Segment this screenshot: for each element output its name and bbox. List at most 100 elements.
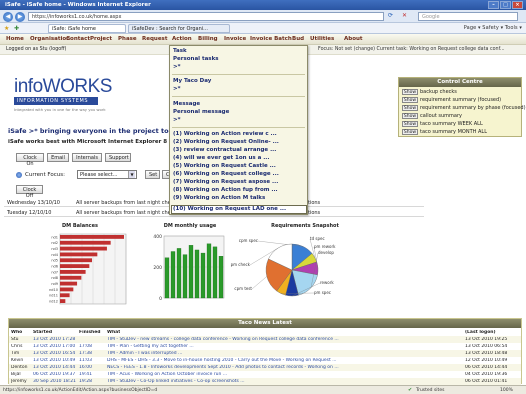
menu-action[interactable]: Action	[172, 36, 192, 42]
news-started: 30 Sep 2010 18:21	[33, 379, 76, 384]
pie-label: develop	[318, 250, 334, 255]
menu-item-recent-4[interactable]: (4) will we ever get 1on us a ...	[173, 155, 269, 161]
refresh-icon[interactable]: ⟳	[388, 12, 393, 19]
menu-bud[interactable]: Bud	[292, 36, 304, 42]
menu-item-personal-tasks[interactable]: Personal tasks	[173, 56, 219, 62]
news-what[interactable]: DHS - MFES - DHS - 3.3 - Move to in-hous…	[107, 358, 463, 363]
menu-billing[interactable]: Billing	[198, 36, 218, 42]
menu-item-recent-10[interactable]: (10) Working on Request LAD one ...	[173, 206, 286, 212]
back-icon[interactable]: ◀	[3, 12, 13, 22]
news-what[interactable]: TIM - StuDev - Co-Op linked initiatives …	[107, 379, 463, 384]
close-button[interactable]: ×	[512, 1, 523, 9]
logo-small-text: Integrated with you in one for the way y…	[14, 107, 106, 112]
y-tick-label: 200	[153, 265, 162, 271]
support-button[interactable]: Support	[105, 153, 131, 162]
menu-item-recent-1[interactable]: (1) Working on Action review c ...	[173, 131, 277, 137]
focus-select[interactable]: Please select... ▼	[77, 170, 137, 179]
forward-icon[interactable]: ▶	[15, 12, 25, 22]
status-zoom[interactable]: 100%	[500, 388, 513, 393]
news-last: 12 Oct 2010 10:49	[465, 358, 508, 363]
news-row: Bijal 06 Oct 2010 19:37 19:41 TIM - Acus - …	[9, 371, 521, 378]
chevron-down-icon[interactable]: ▼	[128, 171, 135, 178]
command-bar[interactable]: Page ▾ Safety ▾ Tools ▾	[464, 25, 522, 31]
focus-status-text[interactable]: Focus: Not set (change) Current task: Wo…	[318, 47, 505, 52]
maximize-button[interactable]: □	[500, 1, 511, 9]
stop-icon[interactable]: ✕	[402, 12, 407, 19]
add-favorite-icon[interactable]: ✚	[14, 25, 19, 32]
menu-item-taco-more[interactable]: >*	[173, 86, 181, 92]
news-finished: 16:00	[79, 365, 92, 370]
menu-item-recent-3[interactable]: (3) review contractual arrange ...	[173, 147, 276, 153]
browser-note: iSafe works best with Microsoft Internet…	[8, 139, 168, 145]
chart-title-balances: DM Balances	[61, 223, 99, 229]
news-what[interactable]: TIM - Plan - Getting my act together ...	[107, 344, 463, 349]
logo-text: infoWORKS	[14, 76, 112, 97]
news-finished: 17:08	[79, 344, 92, 349]
menu-item-message-more[interactable]: >*	[173, 117, 181, 123]
tick-label: nd2	[51, 241, 58, 245]
menu-organisation[interactable]: Organisation	[30, 36, 70, 42]
tick-label: nd8	[51, 276, 58, 280]
news-what[interactable]: TIM - Acus - Working on Action October i…	[107, 372, 463, 377]
action-dropdown-menu: Task Personal tasks >* My Taco Day >* Me…	[169, 45, 308, 215]
menu-item-recent-9[interactable]: (9) Working on Action M talks	[173, 195, 265, 201]
news-what[interactable]: NECS - FEES - 1.8 - Infoworks developmen…	[107, 365, 463, 370]
control-centre-row: Show taco summary MONTH ALL	[402, 129, 487, 135]
menu-utilities[interactable]: Utilities	[310, 36, 334, 42]
news-what[interactable]: TIM - Admin - I was interrupted ...	[107, 351, 463, 356]
menu-item-task[interactable]: Task	[173, 48, 187, 54]
tab-isafe-home[interactable]: iSafe: iSafe home	[48, 24, 126, 33]
menu-item-recent-5[interactable]: (5) Working on Request Castle ...	[173, 163, 276, 169]
menu-item-recent-6[interactable]: (6) Working on Request college ...	[173, 171, 279, 177]
show-button[interactable]: Show	[402, 89, 418, 95]
news-row: Jeremy 30 Sep 2010 18:21 19:28 TIM - StuDev…	[9, 378, 521, 385]
menu-item-recent-8[interactable]: (8) Working on Action fup from ...	[173, 187, 278, 193]
news-finished: 19:41	[79, 372, 92, 377]
col-who: Who	[11, 330, 23, 335]
tick-label: nd9	[51, 282, 58, 286]
menu-contact[interactable]: Contact	[66, 36, 90, 42]
menu-project[interactable]: Project	[90, 36, 112, 42]
pie-label: pm check	[231, 262, 251, 267]
show-button[interactable]: Show	[402, 97, 418, 103]
show-button[interactable]: Show	[402, 105, 418, 111]
y-tick-label: 0	[159, 296, 162, 302]
url-input[interactable]: https://infoworks1.co.uk/home.aspx	[28, 12, 384, 21]
search-input[interactable]: Google	[418, 12, 518, 21]
internals-button[interactable]: Internals	[72, 153, 102, 162]
menu-invoice[interactable]: Invoice	[224, 36, 246, 42]
menu-item-recent-7[interactable]: (7) Working on Request aspose ...	[173, 179, 278, 185]
tick-label: nd10	[49, 288, 58, 292]
focus-select-value: Please select...	[80, 172, 118, 178]
menu-request[interactable]: Request	[142, 36, 167, 42]
favorites-star-icon[interactable]: ★	[4, 25, 9, 32]
bar	[60, 240, 111, 245]
show-button[interactable]: Show	[402, 121, 418, 127]
menu-item-task-more[interactable]: >*	[173, 64, 181, 70]
window-title: iSafe - iSafe home - Windows Internet Ex…	[5, 2, 151, 8]
monthly-usage-chart: 400 200 0	[153, 234, 225, 302]
tab-isafedev[interactable]: iSafeDev : Search for Organi...	[128, 24, 230, 33]
show-button[interactable]: Show	[402, 113, 418, 119]
menu-home[interactable]: Home	[6, 36, 24, 42]
news-what[interactable]: TIM - StuDev - new streams - college dat…	[107, 337, 463, 342]
tick-label: nd4	[51, 253, 58, 257]
menu-item-my-taco-day[interactable]: My Taco Day	[173, 78, 211, 84]
news-who: Stu	[11, 337, 19, 342]
show-button[interactable]: Show	[402, 129, 418, 135]
news-started: 13 Oct 2010 14:44	[33, 365, 76, 370]
set-button[interactable]: Set	[145, 170, 160, 179]
clock-off-button[interactable]: Clock Off	[16, 185, 43, 199]
email-button[interactable]: Email	[47, 153, 69, 162]
menu-about[interactable]: About	[344, 36, 363, 42]
logged-on-text[interactable]: Logged on as Stu (logoff)	[6, 47, 66, 52]
menu-item-personal-message[interactable]: Personal message	[173, 109, 229, 115]
menu-invoice-batch[interactable]: Invoice Batch	[250, 36, 292, 42]
menu-item-recent-2[interactable]: (2) Working on Request Online- ...	[173, 139, 279, 145]
news-finished: 19:28	[79, 379, 92, 384]
menu-item-message[interactable]: Message	[173, 101, 200, 107]
minimize-button[interactable]: –	[488, 1, 499, 9]
clock-on-button[interactable]: Clock On	[16, 153, 44, 167]
control-centre-row: Show requirement summary (focused)	[402, 97, 501, 103]
menu-phase[interactable]: Phase	[118, 36, 137, 42]
